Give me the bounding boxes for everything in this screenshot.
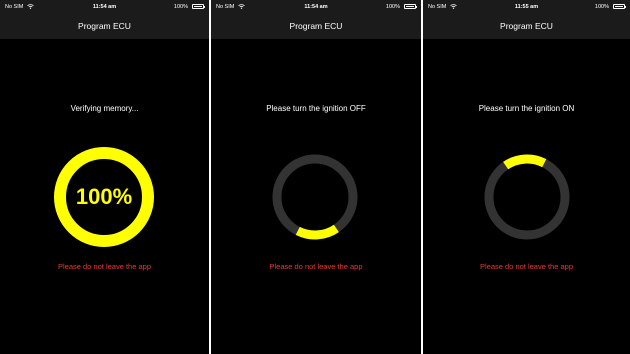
battery-icon [613,4,626,9]
page-title: Program ECU [78,21,131,31]
status-bar: No SIM 11:54 am 100% [0,0,209,14]
page-title: Program ECU [500,21,553,31]
nav-bar: Program ECU [211,14,421,39]
warning-text: Please do not leave the app [58,262,151,271]
progress-percent: 100% [75,184,133,209]
progress-ring [484,154,570,240]
status-message: Verifying memory... [70,104,139,113]
status-bar: No SIM 11:54 am 100% [211,0,421,14]
battery-percent: 100% [173,4,188,10]
phone-screen-verifying: No SIM 11:54 am 100% Program ECU Verifyi… [0,0,209,354]
progress-ring-arc [503,154,547,170]
battery-icon [192,4,205,9]
progress-ring [272,154,358,240]
battery-percent: 100% [385,4,400,10]
progress-ring-arc [295,224,339,240]
phone-screen-ignition-off: No SIM 11:54 am 100% Program ECU Please … [211,0,421,354]
page-title: Program ECU [289,21,343,31]
warning-text: Please do not leave the app [269,262,363,271]
phone-screen-ignition-on: No SIM 11:55 am 100% Program ECU Please … [423,0,630,354]
battery-percent: 100% [594,4,609,10]
warning-text: Please do not leave the app [480,262,573,271]
status-bar: No SIM 11:55 am 100% [423,0,630,14]
battery-icon [404,4,417,9]
nav-bar: Program ECU [0,14,209,39]
nav-bar: Program ECU [423,14,630,39]
status-message: Please turn the ignition OFF [266,104,366,113]
status-message: Please turn the ignition ON [478,104,575,113]
progress-ring-track [484,154,570,240]
progress-ring-track [272,154,358,240]
